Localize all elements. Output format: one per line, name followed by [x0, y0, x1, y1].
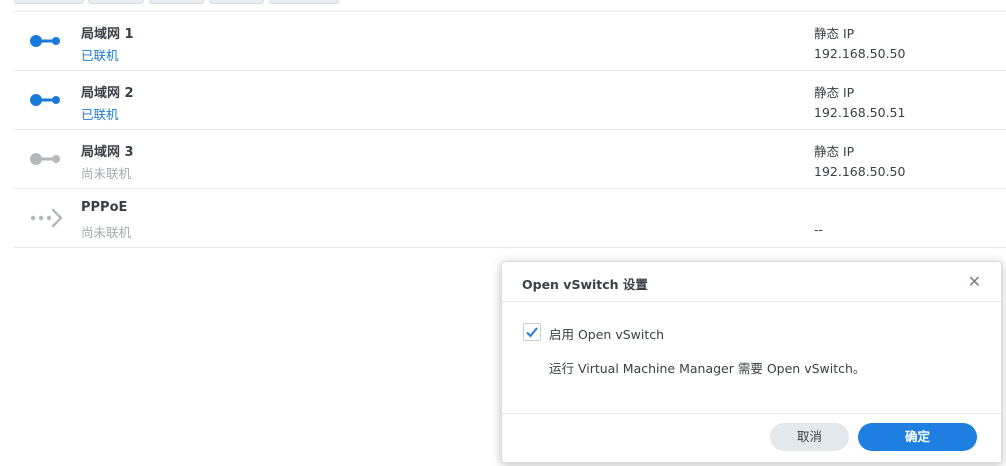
toolbar-button[interactable]: [149, 0, 204, 4]
ip-mode: 静态 IP: [814, 144, 855, 159]
dialog-title: Open vSwitch 设置: [522, 277, 648, 292]
ip-address: 192.168.50.50: [814, 46, 906, 61]
close-icon[interactable]: ✕: [968, 272, 981, 291]
toolbar-button[interactable]: [269, 0, 339, 4]
lan-connected-icon: [28, 89, 64, 111]
ok-button[interactable]: 确定: [858, 423, 977, 451]
lan-disconnected-icon: [28, 148, 64, 170]
dialog-footer-divider: [502, 413, 1001, 414]
ip-address: 192.168.50.50: [814, 164, 906, 179]
enable-ovs-label[interactable]: 启用 Open vSwitch: [549, 324, 664, 343]
interface-name: 局域网 2: [81, 86, 134, 101]
ip-address: 192.168.50.51: [814, 105, 906, 120]
interface-row-lan1[interactable]: 局域网 1 已联机 静态 IP 192.168.50.50: [14, 12, 1006, 71]
ip-address: --: [814, 222, 824, 237]
lan-connected-icon: [28, 30, 64, 52]
interface-name: 局域网 3: [81, 145, 134, 160]
interface-status: 尚未联机: [81, 166, 132, 181]
dialog-header-divider: [502, 301, 1001, 302]
toolbar-button[interactable]: [14, 0, 84, 4]
cancel-button[interactable]: 取消: [770, 423, 849, 451]
ip-mode: 静态 IP: [814, 85, 855, 100]
interface-name: 局域网 1: [81, 27, 134, 42]
toolbar-button[interactable]: [88, 0, 144, 4]
checkmark-icon: [526, 327, 538, 338]
dialog-description: 运行 Virtual Machine Manager 需要 Open vSwit…: [549, 361, 866, 376]
ip-mode: 静态 IP: [814, 26, 855, 41]
interface-row-pppoe[interactable]: PPPoE 尚未联机 --: [14, 189, 1006, 248]
pppoe-icon: [28, 207, 64, 229]
toolbar-button[interactable]: [209, 0, 264, 4]
interface-name: PPPoE: [81, 200, 128, 215]
enable-ovs-checkbox[interactable]: [523, 323, 541, 341]
open-vswitch-dialog: Open vSwitch 设置 ✕ 启用 Open vSwitch 运行 Vir…: [501, 261, 1002, 463]
interface-status: 已联机: [81, 107, 119, 122]
interface-row-lan3[interactable]: 局域网 3 尚未联机 静态 IP 192.168.50.50: [14, 130, 1006, 189]
interface-status: 尚未联机: [81, 225, 132, 240]
interface-status: 已联机: [81, 48, 119, 63]
interface-row-lan2[interactable]: 局域网 2 已联机 静态 IP 192.168.50.51: [14, 71, 1006, 130]
